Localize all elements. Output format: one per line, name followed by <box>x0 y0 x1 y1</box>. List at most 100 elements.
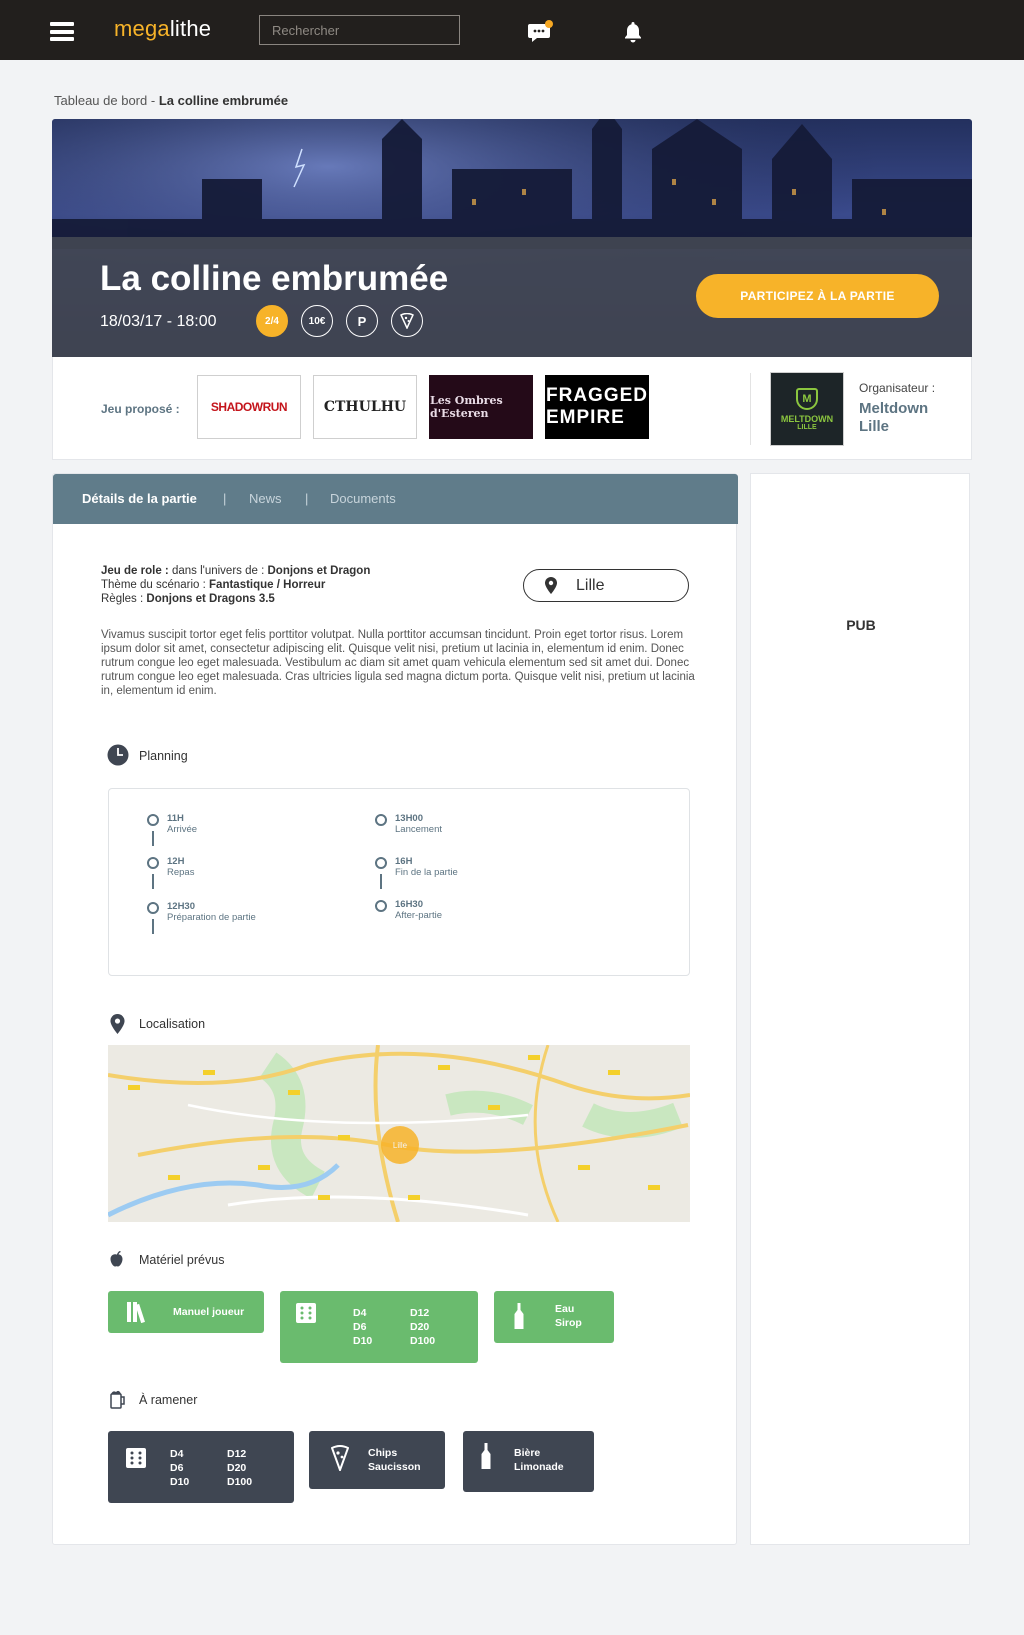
bottle-icon <box>514 1303 524 1329</box>
timeline-dot <box>375 900 387 912</box>
timeline-dot <box>147 902 159 914</box>
bell-icon[interactable] <box>623 21 643 43</box>
players-badge: 2/4 <box>256 305 288 337</box>
proposed-game-label: Jeu proposé : <box>101 402 180 416</box>
parking-badge: P <box>346 305 378 337</box>
equipment-chip-drinks: Eau Sirop <box>494 1291 614 1343</box>
timeline-label: Lancement <box>395 824 443 835</box>
info-line-rules: Règles : Donjons et Dragons 3.5 <box>101 593 275 605</box>
ad-sidebar: PUB <box>750 473 970 1545</box>
clock-icon <box>107 744 129 766</box>
game-date: 18/03/17 - 18:00 <box>100 313 217 330</box>
tab-documents[interactable]: Documents <box>330 491 396 506</box>
books-icon <box>127 1302 145 1323</box>
apple-icon <box>110 1251 123 1267</box>
timeline-time: 12H30 <box>167 901 195 912</box>
timeline-time: 13H00 <box>395 813 423 824</box>
chip-text-col1: D4 D6 D10 <box>353 1307 373 1347</box>
timeline-time: 16H30 <box>395 899 423 910</box>
logo-lithe: lithe <box>169 16 212 41</box>
timeline-time: 12H <box>167 856 185 867</box>
dice-icon <box>126 1448 146 1468</box>
game-details-card: Détails de la partie | News | Documents … <box>52 473 738 1545</box>
timeline-line <box>152 874 154 889</box>
bottle-icon <box>481 1443 491 1469</box>
top-bar: megalithe <box>0 0 1024 60</box>
timeline-dot <box>375 814 387 826</box>
timeline-dot <box>375 857 387 869</box>
join-game-button[interactable]: PARTICIPEZ À LA PARTIE <box>696 274 939 318</box>
chip-text-col1: D4 D6 D10 <box>170 1448 190 1488</box>
game-info-block: Jeu de role : dans l'univers de : Donjon… <box>101 564 370 606</box>
tab-separator: | <box>223 491 227 506</box>
organizer-label: Organisateur : <box>859 381 936 395</box>
chip-text-col2: D12 D20 D100 <box>410 1307 436 1347</box>
chip-text-col2: D12 D20 D100 <box>227 1448 253 1488</box>
breadcrumb-separator: - <box>147 93 159 108</box>
shield-icon: M <box>796 387 818 410</box>
beer-mug-icon <box>110 1390 125 1409</box>
game-title: La colline embrumée <box>100 259 449 298</box>
bring-chip-food: Chips Saucisson <box>309 1431 445 1489</box>
timeline-label: Arrivée <box>167 824 198 835</box>
info-line-theme: Thème du scénario : Fantastique / Horreu… <box>101 579 326 591</box>
bring-chip-drinks: Bière Limonade <box>463 1431 594 1492</box>
pizza-icon <box>331 1445 349 1471</box>
timeline-label: After-partie <box>395 910 442 921</box>
logo-mega: mega <box>114 16 170 41</box>
equipment-title: Matériel prévus <box>139 1253 225 1267</box>
game-logo-cthulhu[interactable]: CTHULHU <box>313 375 417 439</box>
chip-text: Bière Limonade <box>514 1447 564 1473</box>
game-logo-shadowrun[interactable]: SHADOWRUN <box>197 375 301 439</box>
planning-timeline: 11H Arrivée 12H Repas 12H30 Préparation … <box>108 788 690 976</box>
bring-chip-dice: D4 D6 D10 D12 D20 D100 <box>108 1431 294 1503</box>
tab-bar: Détails de la partie | News | Documents <box>53 474 738 524</box>
tab-news[interactable]: News <box>249 491 282 506</box>
timeline-label: Repas <box>167 867 195 878</box>
divider <box>750 373 751 445</box>
timeline-dot <box>147 857 159 869</box>
chip-text: Manuel joueur <box>173 1306 245 1318</box>
search-input[interactable] <box>259 15 460 45</box>
to-bring-title: À ramener <box>139 1393 198 1407</box>
notification-dot <box>545 20 553 28</box>
timeline-time: 11H <box>167 813 184 824</box>
timeline-line <box>152 831 154 846</box>
location-title: Localisation <box>139 1017 206 1031</box>
city-name: Lille <box>576 576 605 594</box>
breadcrumb: Tableau de bord - La colline embrumée <box>54 93 288 108</box>
timeline-line <box>380 874 382 889</box>
planning-title: Planning <box>139 749 188 763</box>
game-logo-ombres-esteren[interactable]: Les Ombres d'Esteren <box>429 375 533 439</box>
hamburger-icon[interactable] <box>50 22 74 41</box>
info-line-universe: Jeu de role : dans l'univers de : Donjon… <box>101 565 371 577</box>
app-logo[interactable]: megalithe <box>114 16 211 42</box>
timeline-label: Préparation de partie <box>167 912 256 923</box>
breadcrumb-parent[interactable]: Tableau de bord <box>54 93 147 108</box>
organizer-name-link[interactable]: Meltdown Lille <box>859 400 959 436</box>
equipment-chip-manual: Manuel joueur <box>108 1291 264 1333</box>
location-map[interactable]: Lille <box>108 1045 690 1222</box>
breadcrumb-current: La colline embrumée <box>158 93 289 108</box>
price-badge: 10€ <box>301 305 333 337</box>
location-pin-icon <box>110 1014 125 1034</box>
game-info-strip: Jeu proposé : SHADOWRUN CTHULHU Les Ombr… <box>52 357 972 460</box>
game-logo-fragged-empire[interactable]: FRAGGED EMPIRE <box>545 375 649 439</box>
chip-text: Eau Sirop <box>555 1303 582 1329</box>
tab-details[interactable]: Détails de la partie <box>82 491 197 506</box>
timeline-time: 16H <box>395 856 413 867</box>
organizer-logo-subtext: LILLE <box>797 423 817 431</box>
timeline-label: Fin de la partie <box>395 867 458 878</box>
dice-icon <box>296 1303 316 1323</box>
organizer-logo[interactable]: M MELTDOWN LILLE <box>770 372 844 446</box>
ad-label: PUB <box>846 617 876 633</box>
pizza-icon <box>391 305 423 337</box>
equipment-chip-dice: D4 D6 D10 D12 D20 D100 <box>280 1291 478 1363</box>
map-marker[interactable]: Lille <box>381 1126 419 1164</box>
hero-banner: La colline embrumée 18/03/17 - 18:00 2/4… <box>52 119 972 357</box>
timeline-line <box>152 919 154 934</box>
organizer-logo-text: MELTDOWN <box>780 413 834 424</box>
chip-text: Chips Saucisson <box>368 1447 421 1473</box>
city-location-pill[interactable]: Lille <box>523 569 689 602</box>
location-pin-icon <box>545 577 557 594</box>
